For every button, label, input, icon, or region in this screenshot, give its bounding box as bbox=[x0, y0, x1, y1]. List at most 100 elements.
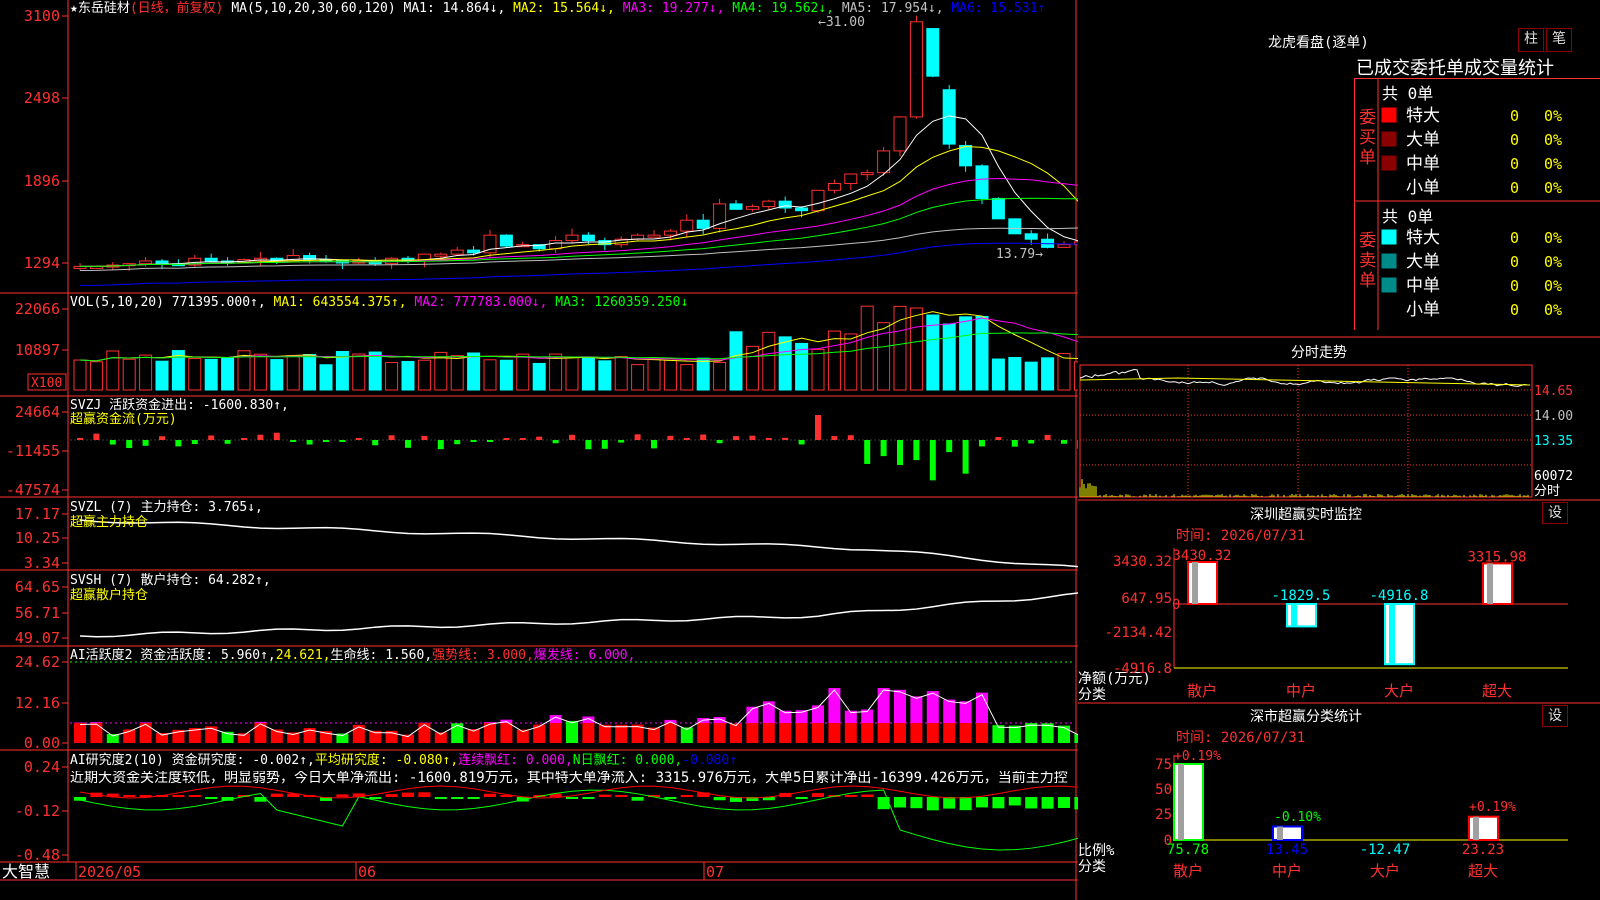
candle-body bbox=[499, 234, 513, 247]
ai-active-bar-base bbox=[910, 723, 923, 743]
ai-research-bar bbox=[894, 797, 906, 808]
volume-bar bbox=[713, 361, 727, 391]
volume-bar bbox=[811, 348, 825, 391]
volume-bar bbox=[1008, 356, 1022, 391]
volume-bar bbox=[188, 358, 202, 391]
sz-monitor-tick-label: 3430.32 bbox=[1113, 554, 1172, 570]
volume-bar bbox=[467, 352, 481, 391]
svzj-bar bbox=[700, 434, 707, 440]
sz-monitor-bar-shade bbox=[1291, 604, 1297, 627]
ai-research-bar bbox=[385, 794, 398, 797]
volume-bar bbox=[696, 357, 710, 391]
ai-active-bar-base bbox=[828, 723, 841, 743]
ai-active-header: AI活跃度2 资金活跃度: 5.960↑,24.621,生命线: 1.560,强… bbox=[70, 648, 635, 663]
intraday-tick-label: 14.65 bbox=[1534, 384, 1573, 399]
svzj-bar bbox=[1011, 440, 1018, 447]
svzj-bar bbox=[503, 438, 510, 440]
price-panel-header: ★东岳硅材(日线，前复权) MA(5,10,20,30,60,120) MA1:… bbox=[70, 1, 1045, 16]
ai-research-bar bbox=[631, 797, 644, 801]
buy-color-swatch bbox=[1381, 179, 1397, 195]
ai-active-bar-top bbox=[894, 689, 906, 723]
candle-body bbox=[991, 197, 1005, 220]
volume-bar bbox=[417, 359, 431, 391]
svzj-bar bbox=[995, 436, 1002, 440]
candle-body bbox=[467, 249, 481, 254]
candle-body bbox=[565, 234, 579, 242]
volume-bar bbox=[549, 353, 563, 391]
volume-panel-header: VOL(5,10,20) 771395.000↑, MA1: 643554.37… bbox=[70, 295, 688, 310]
buy-row-pct: 0% bbox=[1544, 131, 1562, 149]
sell-row-count: 0 bbox=[1510, 253, 1519, 271]
ai-active-bar bbox=[566, 720, 578, 743]
ai-active-bar bbox=[992, 725, 1005, 743]
ai-research-bar bbox=[172, 795, 185, 797]
svzl-line bbox=[79, 519, 1078, 568]
candle-body bbox=[926, 28, 940, 77]
ai-active-tick-label: 0.00 bbox=[24, 734, 60, 752]
candle-body bbox=[696, 219, 710, 229]
svzj-bar bbox=[339, 440, 346, 442]
candle-body bbox=[795, 207, 809, 212]
svzj-bar bbox=[142, 440, 149, 446]
ai-active-bar-top bbox=[959, 701, 972, 723]
svzl-tick-label: 17.17 bbox=[15, 505, 60, 523]
sell-row-pct: 0% bbox=[1544, 229, 1562, 247]
candle-body bbox=[909, 21, 923, 118]
ai-research-bar bbox=[926, 797, 939, 811]
volume-bar bbox=[729, 331, 743, 391]
ai-active-label: AI活跃度2 资金活跃度: 5.960↑, bbox=[70, 648, 276, 663]
stock-name[interactable]: 东岳硅材 bbox=[78, 1, 130, 16]
ai-research-bar bbox=[484, 793, 496, 797]
sell-color-swatch bbox=[1381, 277, 1397, 293]
svzj-bar bbox=[585, 440, 592, 450]
low-price-label: 13.79→ bbox=[996, 247, 1043, 262]
ma3-value: MA3: 19.277↓, bbox=[622, 1, 725, 16]
buy-row-name: 大单 bbox=[1406, 130, 1440, 150]
sz-class-value-label: 75.78 bbox=[1167, 842, 1209, 858]
ai-active-tick-label: 24.62 bbox=[15, 653, 60, 671]
volume-bar bbox=[319, 364, 333, 391]
ai-research-tick-label: 0.24 bbox=[24, 758, 60, 776]
buy-color-swatch bbox=[1381, 131, 1397, 147]
svzj-bar bbox=[421, 435, 428, 440]
buy-row-count: 0 bbox=[1510, 155, 1519, 173]
ai-active-bar-base bbox=[877, 723, 890, 743]
ai-research-bar bbox=[418, 792, 431, 797]
ai-active-bar-base bbox=[959, 723, 972, 743]
sz-class-bar-shade bbox=[1277, 826, 1283, 840]
buy-row-name: 特大 bbox=[1406, 106, 1440, 126]
ai-active-bar-top bbox=[828, 688, 841, 723]
volume-bar bbox=[73, 359, 87, 391]
candle-body bbox=[959, 144, 973, 167]
ai-active-tick-label: 12.16 bbox=[15, 694, 60, 712]
svzj-bar bbox=[897, 440, 903, 466]
ai-research-bar bbox=[1008, 797, 1021, 806]
buy-row-pct: 0% bbox=[1544, 155, 1562, 173]
volume-bar bbox=[204, 358, 218, 391]
sz-monitor-category-label: 大户 bbox=[1384, 682, 1414, 700]
ai-research-bar bbox=[992, 797, 1005, 809]
ai-active-bar-top bbox=[926, 691, 939, 723]
sz-class-change-label: -0.10% bbox=[1274, 810, 1321, 825]
volume-bar bbox=[253, 353, 267, 391]
ai-research-bar bbox=[976, 797, 988, 808]
volume-bar bbox=[450, 355, 464, 391]
ma6-value: MA6: 15.531↑ bbox=[951, 1, 1046, 16]
volume-bar bbox=[991, 358, 1005, 391]
svzj-bar bbox=[257, 434, 264, 440]
price-tick-label: 1896 bbox=[24, 172, 60, 190]
ai-research-bar bbox=[861, 794, 874, 797]
svzj-bar bbox=[241, 438, 247, 440]
ai-research-bar bbox=[467, 797, 480, 799]
ai-research-bar bbox=[270, 793, 283, 797]
sell-row-name: 中单 bbox=[1406, 276, 1440, 296]
svzj-bar bbox=[667, 435, 674, 440]
ai-active-bar-base bbox=[812, 723, 824, 743]
svzj-bar bbox=[405, 440, 411, 448]
ai-life-line: 生命线: 1.560, bbox=[330, 648, 433, 663]
vol-ma3: MA3: 1260359.250↓ bbox=[555, 295, 689, 310]
price-tick-label: 3100 bbox=[24, 7, 60, 25]
buy-row-count: 0 bbox=[1510, 131, 1519, 149]
ai-active-bar bbox=[451, 723, 464, 743]
ai-active-bar-base bbox=[976, 723, 988, 743]
